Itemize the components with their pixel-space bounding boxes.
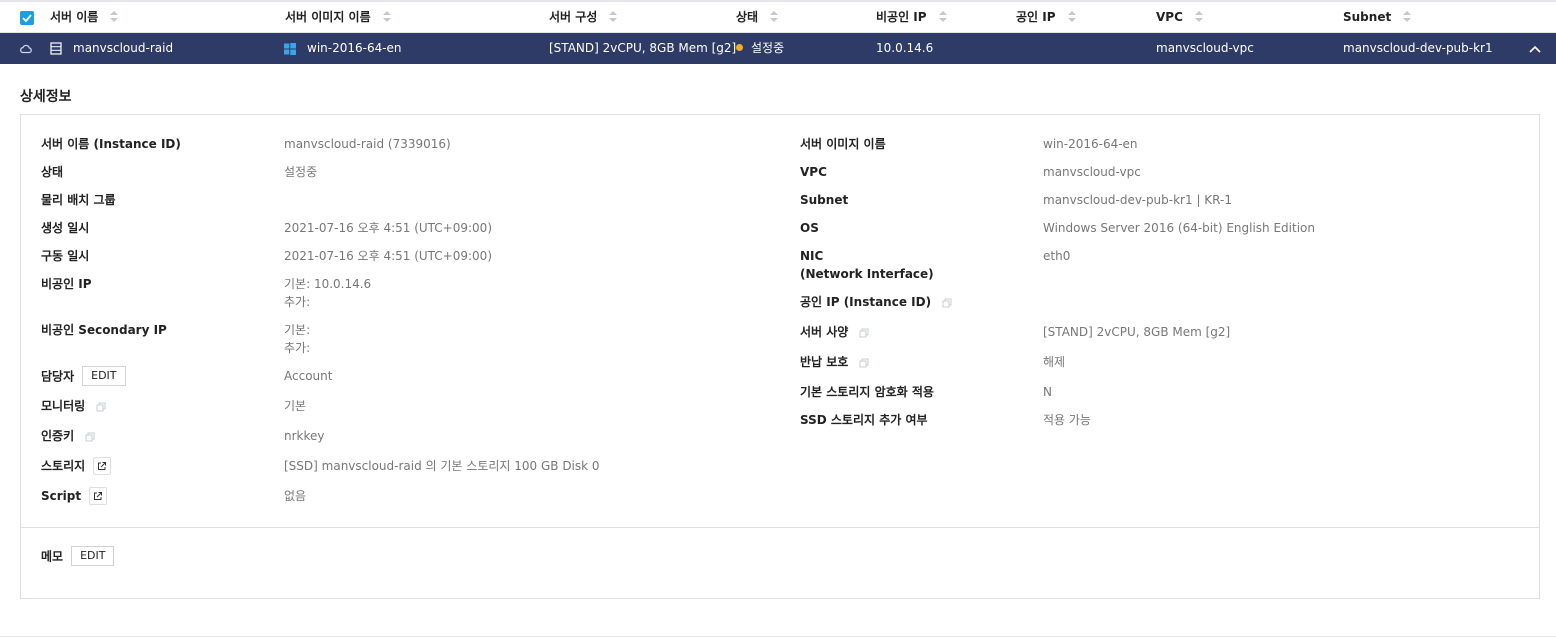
detail-value: [SSD] manvscloud-raid 의 기본 스토리지 100 GB D… — [284, 459, 600, 473]
external-link-icon[interactable] — [93, 456, 112, 475]
column-header-vpc[interactable]: VPC — [1156, 2, 1203, 33]
detail-label-return-protection: 반납 보호 — [800, 353, 872, 371]
column-header-private-ip[interactable]: 비공인 IP — [876, 2, 947, 33]
section-title: 상세정보 — [20, 89, 72, 105]
detail-value: eth0 — [1043, 249, 1071, 263]
detail-value: 설정중 — [284, 165, 318, 179]
detail-label: VPC — [800, 165, 827, 179]
detail-label: 물리 배치 그룹 — [41, 193, 116, 207]
sort-icon — [110, 10, 119, 23]
detail-value: 기본 — [284, 399, 307, 413]
copy-icon[interactable] — [856, 324, 872, 340]
sort-icon — [609, 10, 618, 23]
row-subnet: manvscloud-dev-pub-kr1 — [1343, 41, 1493, 55]
detail-value: nrkkey — [284, 429, 325, 443]
detail-label: 생성 일시 — [41, 221, 90, 235]
detail-label-script: Script — [41, 486, 108, 506]
sort-icon — [1403, 10, 1412, 23]
column-header-spec[interactable]: 서버 구성 — [549, 2, 618, 33]
detail-label: 비공인 Secondary IP — [41, 323, 167, 337]
detail-value: 없음 — [284, 489, 307, 503]
detail-label: 서버 이름 (Instance ID) — [41, 137, 181, 151]
detail-label: OS — [800, 221, 819, 235]
column-header-image[interactable]: 서버 이미지 이름 — [285, 2, 391, 33]
row-image: win-2016-64-en — [307, 41, 402, 55]
detail-value-secondary: 추가: — [284, 341, 311, 355]
detail-value: Windows Server 2016 (64-bit) English Edi… — [1043, 221, 1315, 235]
detail-value-secondary: 추가: — [284, 295, 311, 309]
detail-value: N — [1043, 385, 1052, 399]
sort-icon — [1067, 10, 1076, 23]
copy-icon[interactable] — [856, 354, 872, 370]
detail-label-secondary: (Network Interface) — [800, 267, 934, 281]
divider — [0, 636, 1556, 637]
table-row-selected[interactable]: manvscloud-raid win-2016-64-en [STAND] 2… — [0, 33, 1556, 64]
divider — [21, 527, 1539, 528]
detail-label: Subnet — [800, 193, 849, 207]
detail-label-server-spec: 서버 사양 — [800, 323, 872, 341]
manager-edit-button[interactable]: EDIT — [82, 366, 126, 386]
external-link-icon[interactable] — [89, 486, 108, 505]
detail-label: 비공인 IP — [41, 277, 92, 291]
sort-icon — [382, 10, 391, 23]
detail-label: 상태 — [41, 165, 64, 179]
detail-value: 해제 — [1043, 355, 1066, 369]
table-header: 서버 이름 서버 이미지 이름 서버 구성 상태 비공인 IP 공인 IP VP… — [0, 0, 1556, 33]
detail-value: 기본: — [284, 323, 311, 337]
server-icon — [50, 33, 62, 64]
memo-label: 메모 EDIT — [41, 546, 115, 567]
select-all-checkbox[interactable] — [20, 11, 34, 25]
detail-label-manager: 담당자 EDIT — [41, 366, 126, 387]
detail-label-public-ip: 공인 IP (Instance ID) — [800, 293, 955, 311]
detail-label-storage: 스토리지 — [41, 456, 112, 476]
column-header-status[interactable]: 상태 — [736, 2, 779, 33]
detail-value: win-2016-64-en — [1043, 137, 1138, 151]
check-icon — [22, 14, 32, 23]
detail-label: SSD 스토리지 추가 여부 — [800, 413, 928, 427]
cloud-icon — [19, 33, 33, 64]
sort-icon — [770, 10, 779, 23]
detail-value: 2021-07-16 오후 4:51 (UTC+09:00) — [284, 249, 492, 263]
column-header-server-name[interactable]: 서버 이름 — [50, 2, 119, 33]
detail-value: manvscloud-raid (7339016) — [284, 137, 451, 151]
detail-value: manvscloud-dev-pub-kr1 | KR-1 — [1043, 193, 1232, 207]
detail-panel: 서버 이름 (Instance ID) manvscloud-raid (733… — [20, 114, 1540, 599]
detail-label-auth-key: 인증키 — [41, 427, 98, 445]
detail-value: Account — [284, 369, 333, 383]
row-vpc: manvscloud-vpc — [1156, 41, 1254, 55]
detail-label: NIC — [800, 249, 824, 263]
copy-icon[interactable] — [82, 428, 98, 444]
sort-icon — [1194, 10, 1203, 23]
row-private-ip: 10.0.14.6 — [876, 41, 934, 55]
detail-value: 2021-07-16 오후 4:51 (UTC+09:00) — [284, 221, 492, 235]
detail-value: [STAND] 2vCPU, 8GB Mem [g2] — [1043, 325, 1231, 339]
detail-label: 구동 일시 — [41, 249, 90, 263]
copy-icon[interactable] — [939, 294, 955, 310]
detail-value: 적용 가능 — [1043, 413, 1091, 427]
row-spec: [STAND] 2vCPU, 8GB Mem [g2] — [549, 41, 737, 55]
chevron-up-icon[interactable] — [1529, 33, 1541, 64]
status-dot-icon — [736, 44, 743, 51]
detail-value: manvscloud-vpc — [1043, 165, 1141, 179]
memo-edit-button[interactable]: EDIT — [71, 546, 115, 566]
detail-value: 기본: 10.0.14.6 — [284, 277, 372, 291]
row-server-name[interactable]: manvscloud-raid — [73, 33, 173, 64]
detail-label-monitoring: 모니터링 — [41, 397, 109, 415]
row-status: 설정중 — [736, 33, 784, 64]
detail-label: 서버 이미지 이름 — [800, 137, 886, 151]
column-header-public-ip[interactable]: 공인 IP — [1016, 2, 1076, 33]
sort-icon — [938, 10, 947, 23]
windows-icon — [284, 33, 296, 64]
copy-icon[interactable] — [93, 398, 109, 414]
detail-label: 기본 스토리지 암호화 적용 — [800, 385, 934, 399]
column-header-subnet[interactable]: Subnet — [1343, 2, 1412, 33]
